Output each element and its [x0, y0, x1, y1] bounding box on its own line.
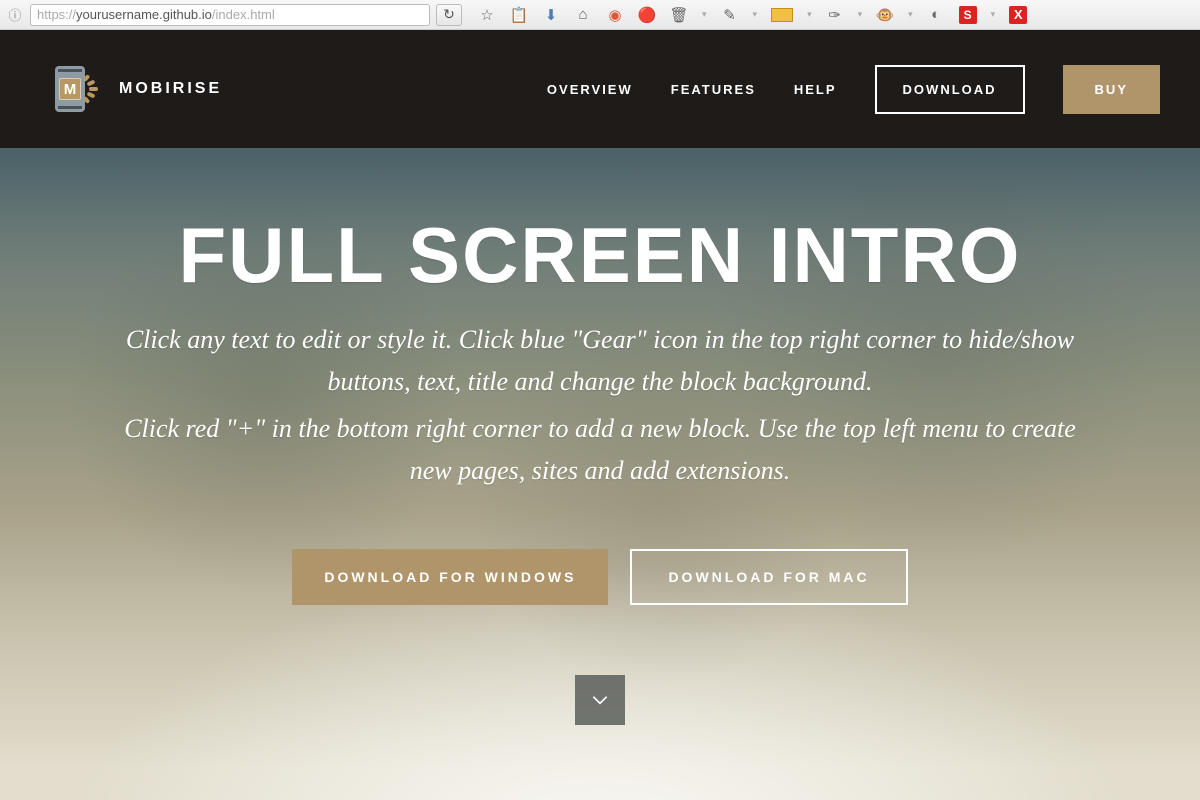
- chevron-down-icon: [590, 690, 610, 710]
- scroll-down-button[interactable]: [575, 675, 625, 725]
- browser-toolbar: ⓘ https://yourusername.github.io/index.h…: [0, 0, 1200, 30]
- dropdown-caret-icon[interactable]: ▾: [807, 9, 812, 20]
- url-path: /index.html: [212, 7, 275, 22]
- clipboard-icon[interactable]: 📋: [510, 6, 528, 24]
- eyedropper-icon[interactable]: ✑: [826, 6, 844, 24]
- dropdown-caret-icon[interactable]: ▾: [702, 9, 707, 20]
- home-icon[interactable]: ⌂: [574, 6, 592, 24]
- nav-overview[interactable]: OVERVIEW: [547, 82, 633, 97]
- nav-features[interactable]: FEATURES: [671, 82, 756, 97]
- main-nav: OVERVIEW FEATURES HELP DOWNLOAD BUY: [547, 65, 1160, 114]
- brand-name: MOBIRISE: [119, 80, 222, 98]
- hero-title[interactable]: FULL SCREEN INTRO: [179, 210, 1022, 301]
- download-mac-button[interactable]: DOWNLOAD FOR MAC: [630, 549, 907, 605]
- ruler-icon[interactable]: [771, 8, 793, 22]
- mask-icon[interactable]: ◐: [927, 6, 945, 24]
- download-button[interactable]: DOWNLOAD: [875, 65, 1025, 114]
- site-header: M MOBIRISE OVERVIEW FEATURES HELP DOWNLO…: [0, 30, 1200, 148]
- hero-subtitle-1[interactable]: Click any text to edit or style it. Clic…: [120, 319, 1080, 402]
- download-windows-button[interactable]: DOWNLOAD FOR WINDOWS: [292, 549, 608, 605]
- close-extension-icon[interactable]: X: [1009, 6, 1027, 24]
- reload-button[interactable]: ↻: [436, 4, 462, 26]
- dropdown-caret-icon[interactable]: ▾: [908, 9, 913, 20]
- hero-buttons: DOWNLOAD FOR WINDOWS DOWNLOAD FOR MAC: [292, 549, 907, 605]
- colors-icon[interactable]: 🔴: [638, 6, 656, 24]
- trash-icon[interactable]: 🗑: [670, 6, 688, 24]
- url-bar[interactable]: https://yourusername.github.io/index.htm…: [30, 4, 430, 26]
- hero-section: FULL SCREEN INTRO Click any text to edit…: [0, 148, 1200, 800]
- logo[interactable]: M MOBIRISE: [55, 66, 222, 112]
- brush-icon[interactable]: ✎: [721, 6, 739, 24]
- dropdown-caret-icon[interactable]: ▾: [858, 9, 863, 20]
- nav-help[interactable]: HELP: [794, 82, 837, 97]
- browser-extension-bar: ☆ 📋 ⬇ ⌂ ◉ 🔴 🗑 ▾ ✎ ▾ ▾ ✑ ▾ 🐵 ▾ ◐ S ▾ X: [468, 6, 1194, 24]
- greasemonkey-icon[interactable]: 🐵: [876, 6, 894, 24]
- stylish-icon[interactable]: S: [959, 6, 977, 24]
- star-icon[interactable]: ☆: [478, 6, 496, 24]
- dropdown-caret-icon[interactable]: ▾: [753, 9, 758, 20]
- download-arrow-icon[interactable]: ⬇: [542, 6, 560, 24]
- duckduckgo-icon[interactable]: ◉: [606, 6, 624, 24]
- dropdown-caret-icon[interactable]: ▾: [991, 9, 996, 20]
- url-host: yourusername.github.io: [76, 7, 212, 22]
- site-info-icon[interactable]: ⓘ: [6, 6, 24, 24]
- logo-mark: M: [55, 66, 101, 112]
- buy-button[interactable]: BUY: [1063, 65, 1160, 114]
- url-scheme: https://: [37, 7, 76, 22]
- hero-subtitle-2[interactable]: Click red "+" in the bottom right corner…: [120, 408, 1080, 491]
